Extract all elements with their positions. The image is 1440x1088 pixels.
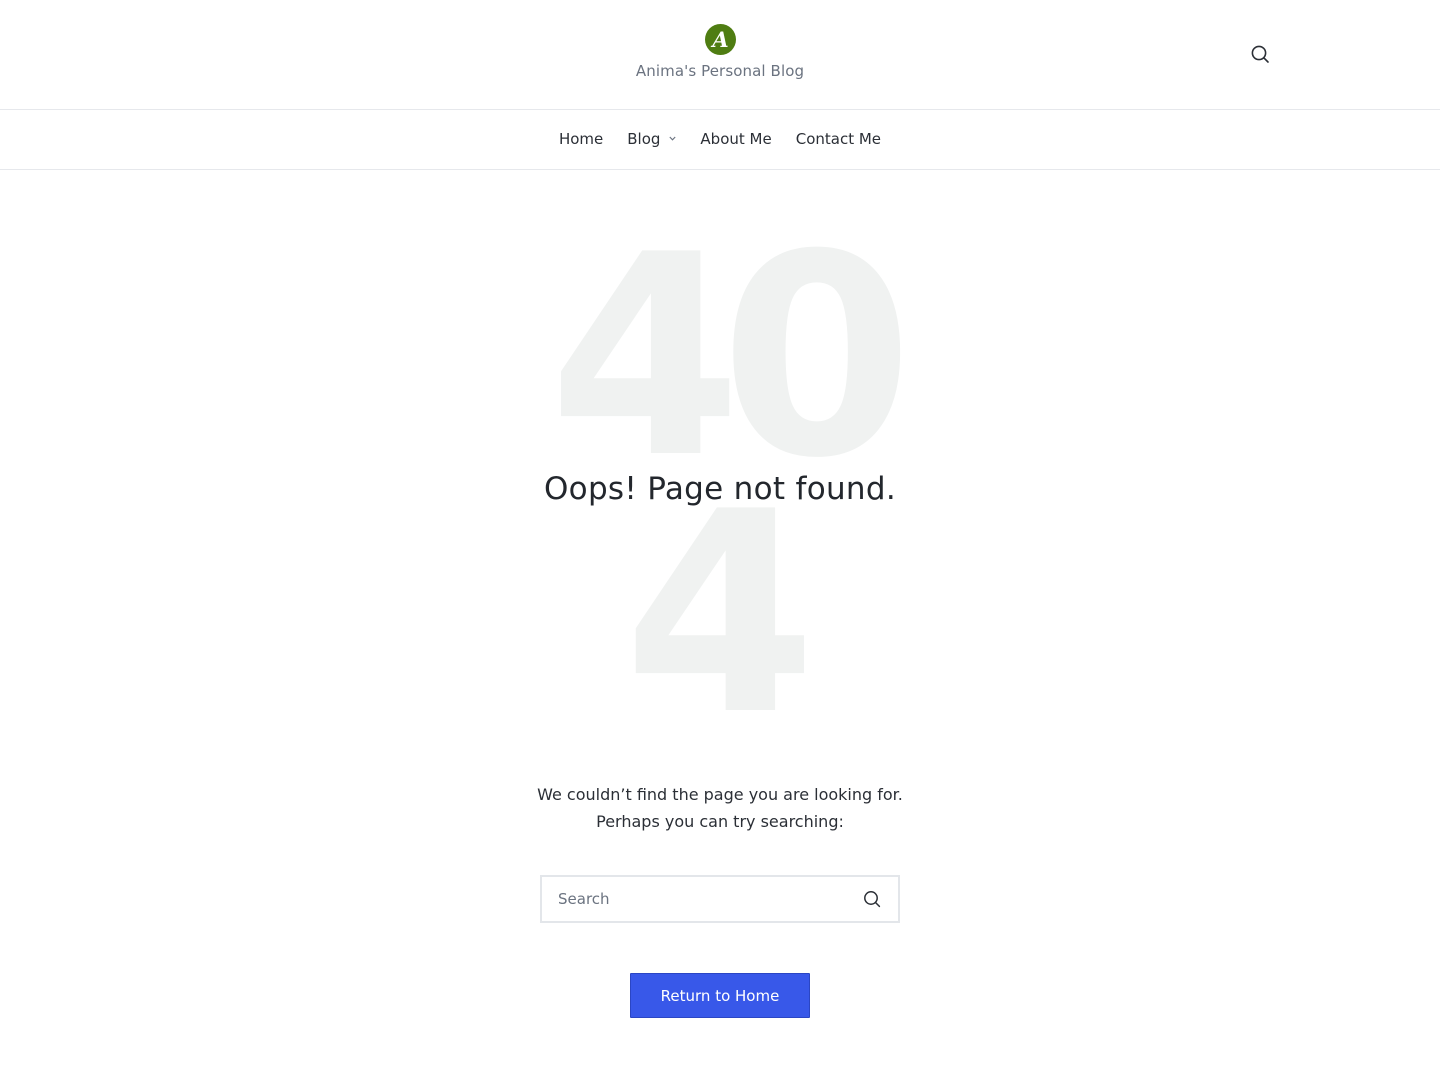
error-message: We couldn’t find the page you are lookin…	[0, 781, 1440, 835]
nav-item-blog[interactable]: Blog	[627, 129, 677, 148]
search-icon	[864, 891, 881, 908]
nav-item-label: Contact Me	[795, 129, 882, 148]
chevron-down-icon[interactable]	[669, 136, 677, 141]
site-tagline: Anima's Personal Blog	[635, 62, 805, 80]
main-navigation: Home Blog About Me Contact Me	[0, 110, 1440, 170]
page-title: Oops! Page not found.	[543, 471, 896, 507]
error-code-background-bottom: 4	[623, 452, 817, 776]
search-input[interactable]	[542, 877, 846, 921]
error-page-content: 40 4 Oops! Page not found. We couldn’t f…	[0, 170, 1440, 1088]
site-header: A Anima's Personal Blog Home Blog About …	[0, 0, 1440, 170]
header-top-bar: A Anima's Personal Blog	[0, 0, 1440, 110]
search-submit-button[interactable]	[846, 877, 898, 921]
site-logo[interactable]: A	[704, 24, 736, 55]
brand: A Anima's Personal Blog	[0, 24, 1440, 80]
return-to-home-button[interactable]: Return to Home	[630, 973, 810, 1018]
nav-item-label: About Me	[700, 129, 772, 148]
nav-list: Home Blog About Me Contact Me	[559, 130, 881, 148]
nav-item-about-me[interactable]: About Me	[700, 130, 771, 148]
logo-icon: A	[710, 27, 728, 52]
svg-text:A: A	[710, 27, 728, 52]
search-form	[540, 875, 900, 923]
nav-item-label: Home	[558, 129, 604, 148]
nav-item-home[interactable]: Home	[559, 130, 603, 148]
error-message-line-2: Perhaps you can try searching:	[596, 812, 844, 831]
nav-item-label: Blog	[627, 129, 661, 148]
header-search-button[interactable]	[1249, 43, 1271, 65]
error-message-line-1: We couldn’t find the page you are lookin…	[537, 785, 903, 804]
nav-item-contact-me[interactable]: Contact Me	[796, 130, 881, 148]
search-icon	[1251, 45, 1269, 63]
